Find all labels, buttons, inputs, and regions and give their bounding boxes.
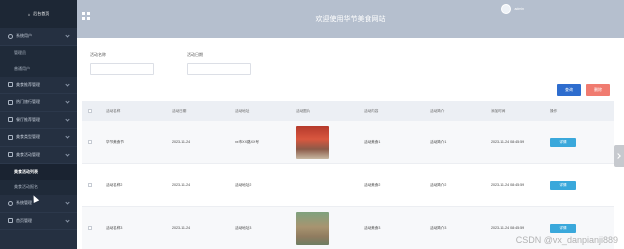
list-icon	[8, 218, 13, 224]
user-menu[interactable]: admin	[501, 4, 524, 14]
table-header: 活动名称 活动日期 活动地址 活动图片 活动内容 活动简介 添加时间 操作	[82, 101, 614, 121]
activity-date-input[interactable]	[187, 63, 251, 75]
activity-table: 活动名称 活动日期 活动地址 活动图片 活动内容 活动简介 添加时间 操作 华节…	[82, 101, 614, 249]
details-button[interactable]: 详情	[550, 223, 576, 233]
details-button[interactable]: 详情	[550, 180, 576, 190]
cell-address: xx市XX路XX号	[235, 139, 259, 144]
cell-name: 活动名称2	[106, 182, 123, 187]
user-icon	[8, 33, 13, 39]
sidebar-item-label: 普通用户	[14, 65, 30, 71]
chevron-down-icon	[65, 82, 70, 87]
cell-time: 2023-11-24 08:45:59	[491, 140, 525, 144]
sidebar-item-label: 美食活动管理	[16, 151, 40, 157]
column-header: 添加时间	[491, 108, 506, 113]
avatar	[501, 4, 512, 14]
chevron-down-icon	[65, 200, 70, 205]
sidebar: ⌂ 后台首页 系统用户 管理员 普通用户 美食推荐管理 热门旅行管理 餐厅推荐管…	[0, 0, 77, 249]
cell-date: 2023-11-24	[172, 140, 191, 144]
table-row: 华节美食节 2023-11-24 xx市XX路XX号 活动美食1 活动简介1 2…	[82, 121, 614, 164]
watermark: CSDN @vx_danpianji889	[515, 235, 618, 245]
activity-name-field: 活动名称	[90, 52, 154, 75]
sidebar-subitem-admin[interactable]: 管理员	[0, 45, 77, 61]
list-icon	[8, 134, 13, 140]
column-header: 活动名称	[106, 108, 121, 113]
activity-image	[296, 211, 329, 245]
sidebar-item-label: 美食活动列表	[14, 168, 38, 174]
activity-name-label: 活动名称	[90, 52, 106, 57]
delete-button[interactable]: 删除	[586, 84, 610, 96]
sidebar-subitem-activity-list[interactable]: 美食活动列表	[0, 164, 77, 180]
column-header: 活动简介	[430, 108, 445, 113]
cell-address: 活动地址3	[235, 225, 252, 230]
sidebar-item-label: 餐厅推荐管理	[16, 116, 40, 122]
list-icon	[8, 152, 13, 158]
activity-date-field: 活动日期	[187, 52, 251, 75]
cell-time: 2023-11-24 08:45:59	[491, 183, 525, 187]
activity-name-input[interactable]	[90, 63, 154, 75]
chevron-down-icon	[65, 218, 70, 223]
sidebar-item-label: 美食活动报名	[14, 184, 38, 190]
list-icon	[8, 117, 13, 123]
chevron-down-icon	[65, 33, 70, 38]
sidebar-item-restaurant[interactable]: 餐厅推荐管理	[0, 112, 77, 129]
sidebar-item-travel[interactable]: 热门旅行管理	[0, 94, 77, 112]
cell-address: 活动地址2	[235, 182, 252, 187]
row-checkbox[interactable]	[87, 183, 92, 187]
sidebar-item-food-activity[interactable]: 美食活动管理	[0, 147, 77, 164]
list-icon	[8, 99, 13, 105]
sidebar-item-label: 系统管理	[16, 200, 32, 206]
sidebar-item-label: 系统用户	[16, 33, 32, 39]
sidebar-item-label: 美食类型管理	[16, 134, 40, 140]
top-bar: 欢迎使用华节美食网站 admin	[77, 0, 624, 38]
cell-name: 活动名称3	[106, 225, 123, 230]
cell-name: 华节美食节	[106, 139, 124, 144]
chevron-down-icon	[65, 117, 70, 122]
list-icon	[8, 82, 13, 88]
sidebar-item-food-recommend[interactable]: 美食推荐管理	[0, 77, 77, 94]
table-row: 活动名称2 2023-11-24 活动地址2 活动美食2 活动简介2 2023-…	[82, 164, 614, 207]
search-button[interactable]: 查询	[557, 84, 581, 96]
activity-image	[296, 169, 329, 202]
chevron-down-icon	[65, 152, 70, 157]
sidebar-subitem-activity-signup[interactable]: 美食活动报名	[0, 179, 77, 195]
column-header: 活动图片	[296, 108, 311, 113]
page-title: 欢迎使用华节美食网站	[315, 16, 386, 23]
settings-icon	[8, 200, 13, 206]
sidebar-item-homepage[interactable]: 首页管理	[0, 213, 77, 230]
chevron-down-icon	[65, 99, 70, 104]
cell-date: 2023-11-24	[172, 226, 191, 230]
sidebar-item-system-users[interactable]: 系统用户	[0, 28, 77, 46]
sidebar-item-label: 管理员	[14, 50, 26, 56]
select-all-checkbox[interactable]	[87, 109, 92, 113]
cell-content: 活动美食3	[364, 225, 381, 230]
sidebar-item-label: 热门旅行管理	[16, 99, 40, 105]
chevron-down-icon	[65, 134, 70, 139]
cell-date: 2023-11-24	[172, 183, 191, 187]
cell-content: 活动美食2	[364, 182, 381, 187]
sidebar-item-label: 首页管理	[16, 217, 32, 223]
row-checkbox[interactable]	[87, 226, 92, 230]
cell-intro: 活动简介1	[430, 139, 447, 144]
activity-image	[296, 125, 329, 159]
sidebar-home-label: 后台首页	[33, 11, 50, 16]
sidebar-item-system[interactable]: 系统管理	[0, 195, 77, 213]
sidebar-home[interactable]: ⌂ 后台首页	[0, 0, 77, 28]
username: admin	[514, 7, 524, 11]
chevron-right-icon[interactable]	[614, 145, 624, 167]
row-checkbox[interactable]	[87, 140, 92, 144]
cell-content: 活动美食1	[364, 139, 381, 144]
sidebar-item-label: 美食推荐管理	[16, 81, 40, 87]
sidebar-item-food-type[interactable]: 美食类型管理	[0, 129, 77, 147]
cell-intro: 活动简介2	[430, 182, 447, 187]
details-button[interactable]: 详情	[550, 137, 576, 147]
column-header: 活动日期	[172, 108, 187, 113]
column-header: 操作	[550, 108, 558, 113]
activity-date-label: 活动日期	[187, 52, 203, 57]
column-header: 活动内容	[364, 108, 379, 113]
cell-intro: 活动简介3	[430, 225, 447, 230]
home-icon: ⌂	[27, 11, 31, 17]
column-header: 活动地址	[235, 108, 250, 113]
sidebar-subitem-users[interactable]: 普通用户	[0, 61, 77, 77]
